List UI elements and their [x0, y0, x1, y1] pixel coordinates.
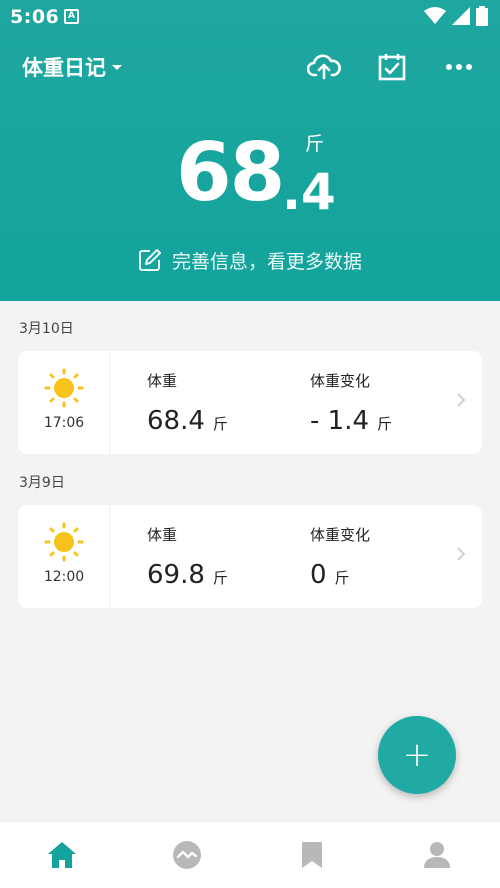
- plus-icon: +: [402, 735, 432, 775]
- sun-icon: [44, 522, 84, 562]
- calendar-button[interactable]: [373, 48, 411, 86]
- weight-value-row: 68.4 斤: [147, 406, 228, 436]
- change-unit: 斤: [334, 569, 350, 587]
- weight-value: 69.8: [147, 560, 205, 590]
- record-time-block: 12:00: [18, 505, 110, 608]
- weight-record-card[interactable]: 12:00 体重 69.8 斤 体重变化 0斤: [18, 505, 482, 608]
- sun-icon: [44, 368, 84, 408]
- home-icon: [48, 842, 76, 868]
- weight-unit: 斤: [212, 415, 228, 433]
- edit-icon: [138, 249, 161, 271]
- change-value: - 1.4: [310, 406, 369, 436]
- weight-unit: 斤: [305, 133, 325, 155]
- change-column: 体重变化 0斤: [310, 524, 370, 590]
- record-time: 17:06: [43, 415, 85, 431]
- change-label: 体重变化: [310, 372, 371, 390]
- app-bar: 体重日记: [0, 44, 500, 90]
- app-title: 体重日记: [22, 56, 106, 80]
- weight-decimal: .4: [282, 163, 336, 221]
- nav-trend[interactable]: [172, 840, 202, 870]
- calendar-check-icon: [378, 54, 406, 81]
- weight-value: 68.4: [147, 406, 205, 436]
- weight-record-card[interactable]: 17:06 体重 68.4 斤 体重变化 - 1.4 斤: [18, 351, 482, 454]
- nav-profile[interactable]: [422, 840, 452, 870]
- chevron-right-icon: [457, 393, 466, 407]
- change-value-row: 0斤: [310, 560, 370, 590]
- weight-label: 体重: [147, 372, 178, 390]
- change-unit: 斤: [377, 415, 393, 433]
- profile-icon: [424, 842, 450, 868]
- status-time: 5:06: [10, 6, 60, 28]
- change-label: 体重变化: [310, 526, 371, 544]
- more-icon: [446, 64, 472, 70]
- add-record-button[interactable]: +: [378, 716, 456, 794]
- improve-info-link[interactable]: 完善信息，看更多数据: [0, 245, 500, 275]
- record-time-block: 17:06: [18, 351, 110, 454]
- cloud-upload-button[interactable]: [305, 48, 343, 86]
- nav-bookmark[interactable]: [297, 840, 327, 870]
- weight-label: 体重: [147, 526, 178, 544]
- weight-column: 体重 69.8 斤: [147, 524, 228, 590]
- bookmark-icon: [302, 842, 322, 868]
- cloud-upload-icon: [307, 54, 341, 80]
- status-bar: 5:06 A: [0, 0, 500, 34]
- weight-value-row: 69.8 斤: [147, 560, 228, 590]
- change-value: 0: [310, 560, 327, 590]
- date-label: 3月10日: [19, 321, 74, 337]
- change-value-row: - 1.4 斤: [310, 406, 392, 436]
- signal-icon: [452, 7, 470, 25]
- status-icons: [424, 6, 488, 26]
- status-a-icon: A: [64, 9, 79, 24]
- caret-down-icon: [112, 64, 122, 70]
- weight-unit: 斤: [212, 569, 228, 587]
- current-weight: 68 .4 斤: [0, 125, 500, 225]
- wifi-icon: [424, 7, 446, 24]
- more-button[interactable]: [440, 48, 478, 86]
- battery-icon: [476, 6, 488, 26]
- nav-home[interactable]: [47, 840, 77, 870]
- weight-column: 体重 68.4 斤: [147, 370, 228, 436]
- bottom-nav: [0, 821, 500, 888]
- diary-selector[interactable]: 体重日记: [22, 52, 122, 82]
- change-column: 体重变化 - 1.4 斤: [310, 370, 392, 436]
- record-time: 12:00: [43, 569, 85, 585]
- chevron-right-icon: [457, 547, 466, 561]
- weight-integer: 68: [176, 126, 285, 219]
- header: 5:06 A 体重日记 68 .4 斤 完善信息，看更多数据: [0, 0, 500, 301]
- improve-info-text: 完善信息，看更多数据: [171, 250, 362, 273]
- trend-icon: [173, 841, 201, 869]
- date-label: 3月9日: [19, 475, 65, 491]
